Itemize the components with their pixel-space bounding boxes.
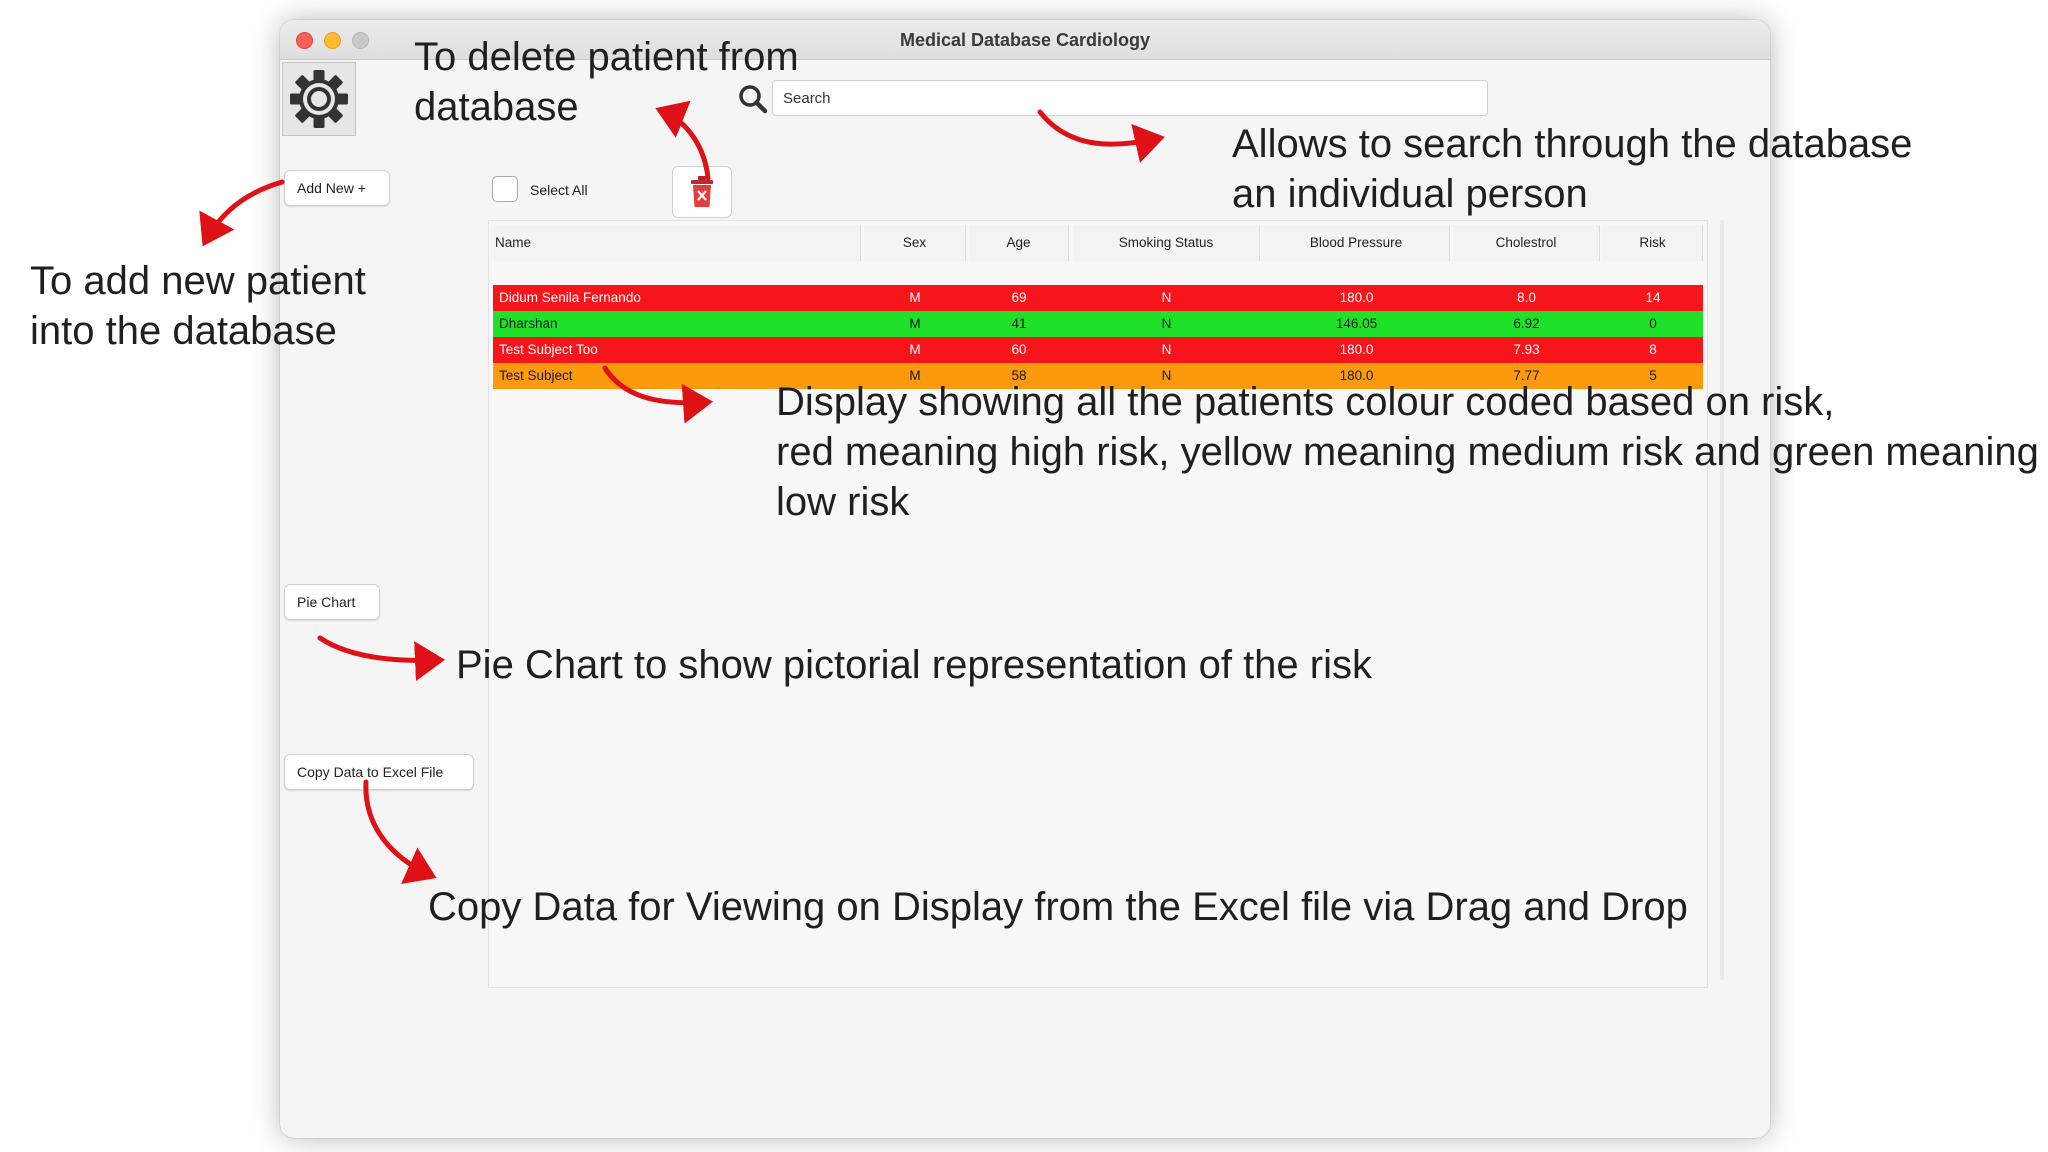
annotation-display-line: red meaning high risk, yellow meaning me… <box>776 430 2039 474</box>
annotation-add-line: To add new patient <box>30 259 366 303</box>
annotation-pie-line: Pie Chart to show pictorial representati… <box>456 643 1372 687</box>
column-header-smoking-status[interactable]: Smoking Status <box>1073 225 1260 261</box>
table-row[interactable]: Didum Senila Fernando M 69 N 180.0 8.0 1… <box>493 285 1703 311</box>
column-header-blood-pressure[interactable]: Blood Pressure <box>1263 225 1450 261</box>
column-header-cholestrol[interactable]: Cholestrol <box>1453 225 1600 261</box>
annotation-display: Display showing all the patients colour … <box>776 377 2039 527</box>
cell-risk: 0 <box>1649 316 1657 331</box>
column-header-sex[interactable]: Sex <box>864 225 966 261</box>
cell-smoking-status: N <box>1161 316 1172 331</box>
cell-cholestrol: 7.93 <box>1513 342 1540 357</box>
cell-risk: 14 <box>1645 290 1661 305</box>
annotation-delete-line: To delete patient from <box>414 35 799 79</box>
delete-button[interactable] <box>672 166 732 218</box>
cell-smoking-status: N <box>1161 342 1172 357</box>
add-new-button[interactable]: Add New + <box>284 170 390 206</box>
cell-blood-pressure: 180.0 <box>1339 290 1374 305</box>
select-all-checkbox[interactable] <box>492 176 518 202</box>
cell-age: 41 <box>1011 316 1027 331</box>
annotation-display-line: low risk <box>776 480 910 524</box>
annotation-add: To add new patient into the database <box>30 256 366 356</box>
cell-age: 60 <box>1011 342 1027 357</box>
cell-cholestrol: 6.92 <box>1513 316 1540 331</box>
table-scrollbar[interactable] <box>1720 220 1724 980</box>
patients-table: Name Sex Age Smoking Status Blood Pressu… <box>488 220 1708 988</box>
arrow-to-add-new <box>199 179 285 247</box>
annotation-pie-chart: Pie Chart to show pictorial representati… <box>456 640 1372 690</box>
cell-name: Didum Senila Fernando <box>499 290 641 305</box>
cell-sex: M <box>909 290 921 305</box>
search-input[interactable] <box>772 80 1488 116</box>
table-header: Name Sex Age Smoking Status Blood Pressu… <box>491 225 1707 261</box>
copy-to-excel-button[interactable]: Copy Data to Excel File <box>284 754 474 790</box>
select-all-label: Select All <box>530 182 588 198</box>
cell-name: Dharshan <box>499 316 558 331</box>
annotation-search: Allows to search through the database an… <box>1232 119 1912 219</box>
cell-blood-pressure: 146.05 <box>1335 316 1378 331</box>
cell-blood-pressure: 180.0 <box>1339 342 1374 357</box>
column-header-risk[interactable]: Risk <box>1603 225 1703 261</box>
cell-age: 69 <box>1011 290 1027 305</box>
cell-smoking-status: N <box>1161 290 1172 305</box>
pie-chart-button[interactable]: Pie Chart <box>284 584 380 620</box>
annotation-delete: To delete patient from database <box>414 32 799 132</box>
trash-icon <box>691 176 713 207</box>
column-header-age[interactable]: Age <box>969 225 1069 261</box>
cell-risk: 8 <box>1649 342 1657 357</box>
annotation-copy-data: Copy Data for Viewing on Display from th… <box>428 882 1688 932</box>
screenshot: Medical Database Cardiology Add New + Pi… <box>0 0 2048 1152</box>
annotation-search-line: an individual person <box>1232 172 1588 216</box>
settings-button[interactable] <box>282 62 356 136</box>
cell-name: Test Subject Too <box>499 342 598 357</box>
table-row[interactable]: Test Subject Too M 60 N 180.0 7.93 8 <box>493 337 1703 363</box>
column-header-name[interactable]: Name <box>491 225 861 261</box>
annotation-copy-line: Copy Data for Viewing on Display from th… <box>428 885 1688 929</box>
cell-cholestrol: 8.0 <box>1517 290 1536 305</box>
cell-sex: M <box>909 316 921 331</box>
cell-sex: M <box>909 342 921 357</box>
annotation-display-line: Display showing all the patients colour … <box>776 380 1835 424</box>
annotation-delete-line: database <box>414 85 579 129</box>
gear-icon <box>290 70 348 128</box>
annotation-search-line: Allows to search through the database <box>1232 122 1913 166</box>
table-row[interactable]: Dharshan M 41 N 146.05 6.92 0 <box>493 311 1703 337</box>
annotation-add-line: into the database <box>30 309 337 353</box>
